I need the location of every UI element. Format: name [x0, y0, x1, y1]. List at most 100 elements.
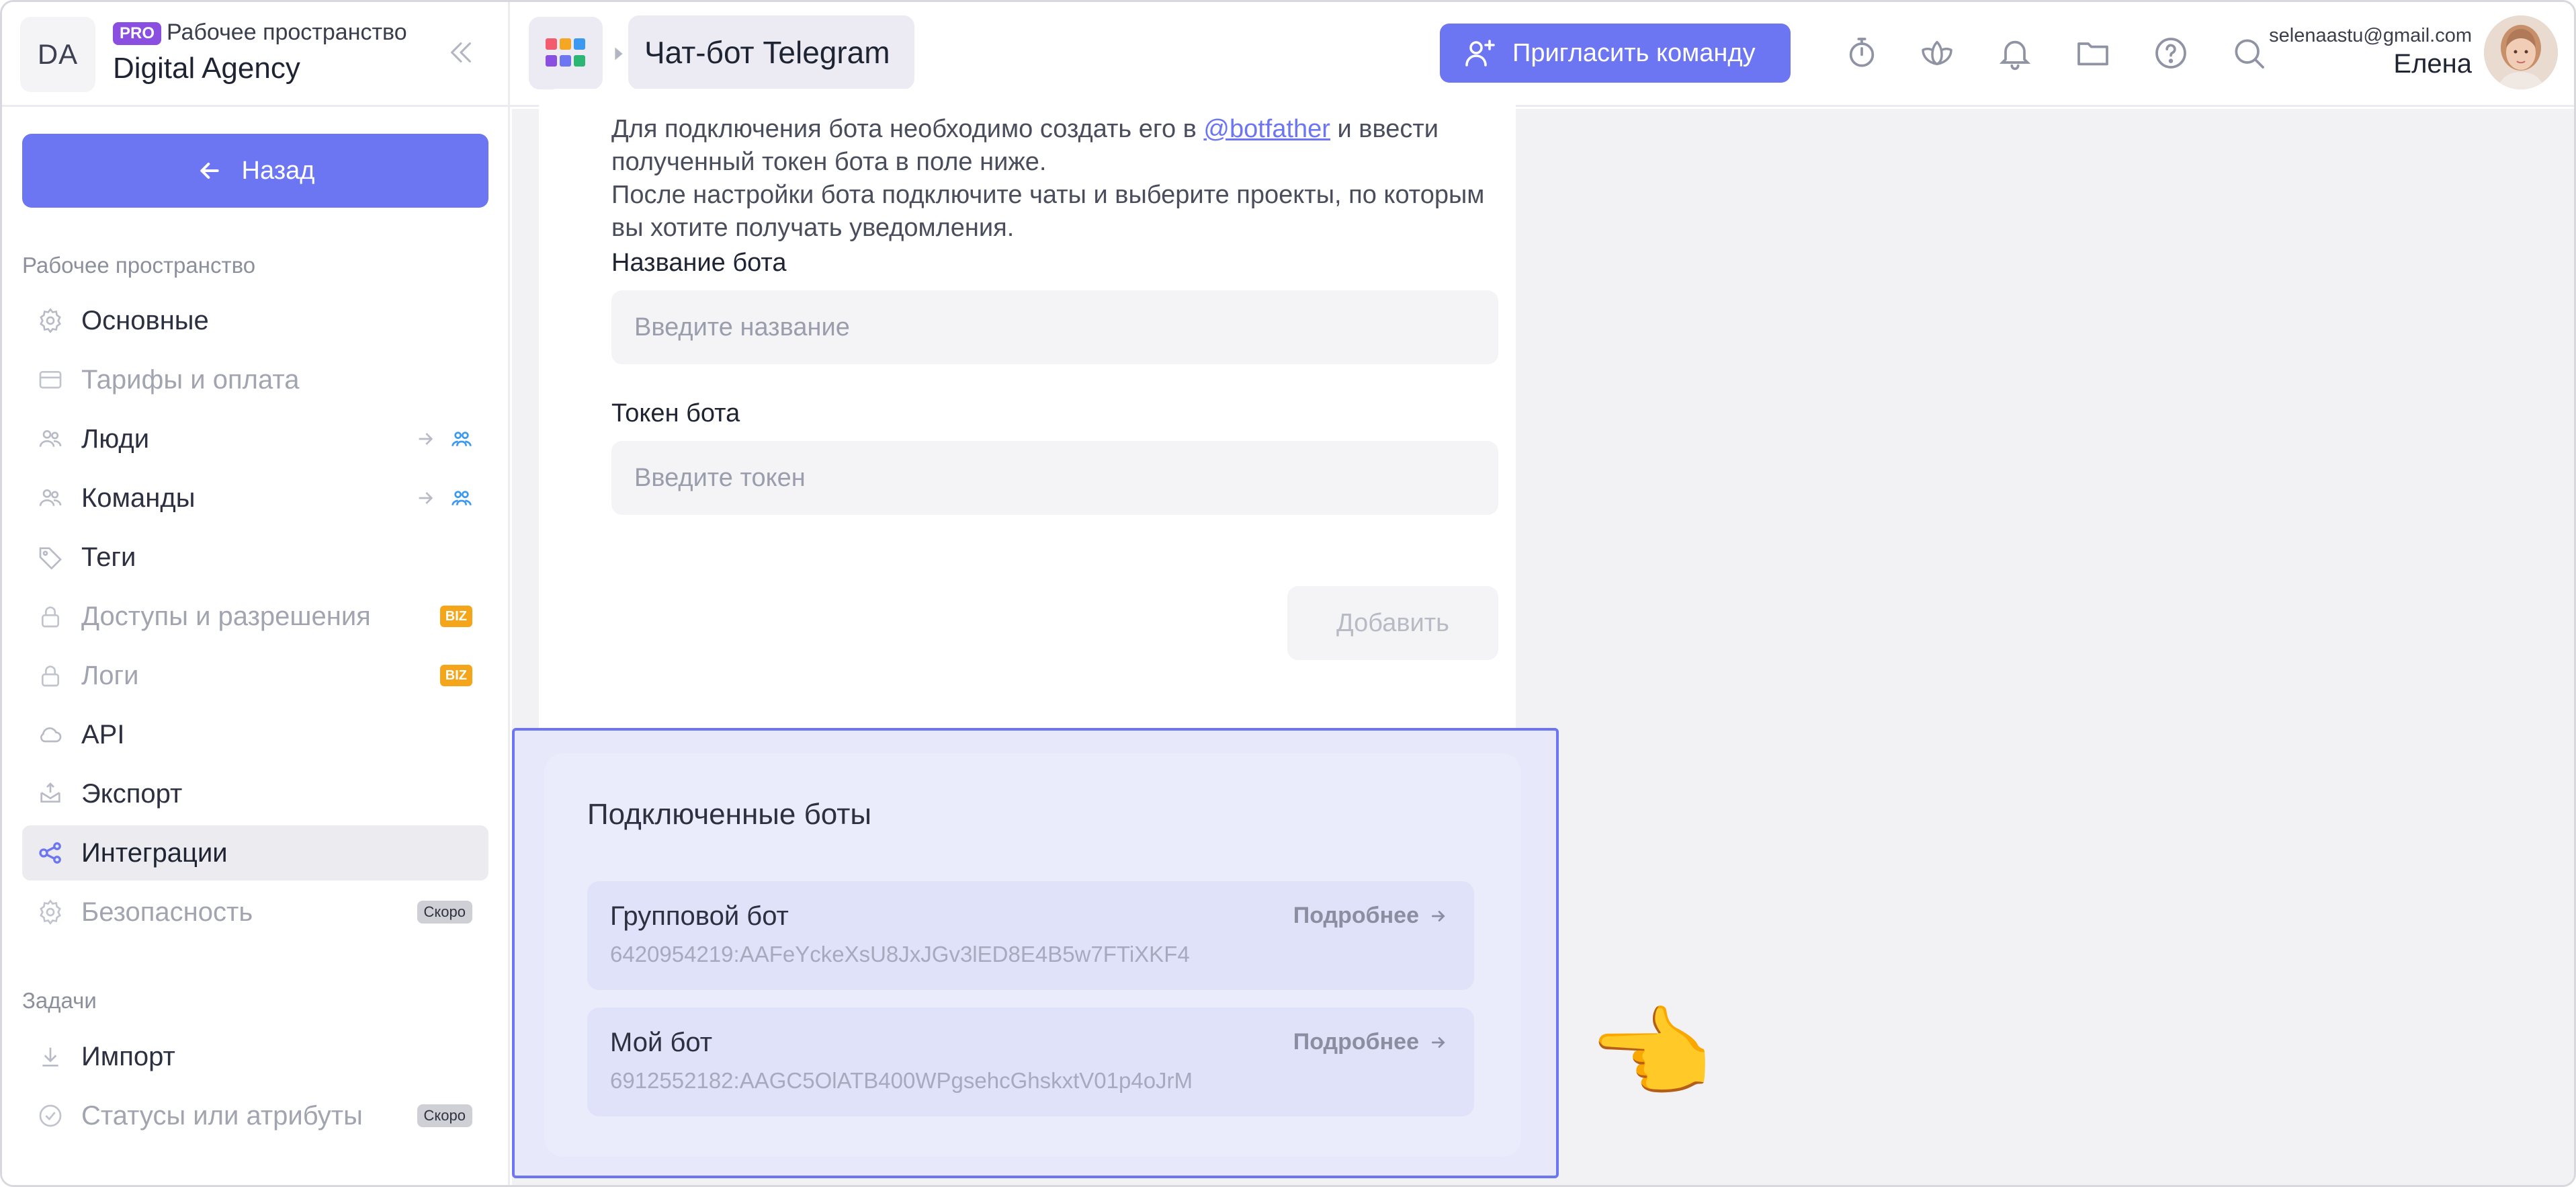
- section-tasks-label: Задачи: [22, 988, 97, 1013]
- soon-badge: Скоро: [417, 1104, 472, 1127]
- workspace-subtitle: Рабочее пространство: [167, 19, 407, 45]
- gear-icon: [37, 307, 64, 334]
- folder-icon[interactable]: [2073, 33, 2113, 73]
- team-blue-icon: [451, 487, 472, 509]
- lock-icon: [37, 603, 64, 630]
- list-item[interactable]: Групповой бот 6420954219:AAFeYckeXsU8JxJ…: [587, 881, 1474, 990]
- bot-name: Групповой бот: [610, 901, 789, 931]
- bot-name-label: Название бота: [611, 249, 787, 277]
- sidebar-item-billing[interactable]: Тарифы и оплата: [22, 352, 488, 407]
- sidebar: DA PRO Рабочее пространство Digital Agen…: [2, 2, 510, 1185]
- integrations-icon: [37, 840, 64, 866]
- sidebar-item-people[interactable]: Люди: [22, 411, 488, 466]
- connected-bots-card: Подключенные боты Групповой бот 64209542…: [544, 753, 1521, 1157]
- sidebar-item-import[interactable]: Импорт: [22, 1029, 488, 1084]
- bot-token: 6912552182:AAGC5OlATB400WPgsehcGhskxtV01…: [610, 1068, 1193, 1093]
- app-window: DA PRO Рабочее пространство Digital Agen…: [0, 0, 2576, 1187]
- sidebar-item-label: Интеграции: [81, 837, 228, 868]
- apps-menu-button[interactable]: [529, 17, 603, 89]
- sidebar-item-statuses[interactable]: Статусы или атрибуты Скоро: [22, 1088, 488, 1143]
- biz-badge: BIZ: [439, 665, 472, 686]
- list-item[interactable]: Мой бот 6912552182:AAGC5OlATB400WPgsehcG…: [587, 1008, 1474, 1116]
- sidebar-item-label: API: [81, 719, 125, 749]
- team-icon: [37, 485, 64, 511]
- card-icon: [37, 366, 64, 393]
- bot-name: Мой бот: [610, 1028, 713, 1057]
- sidebar-item-label: Безопасность: [81, 897, 253, 927]
- invite-team-label: Пригласить команду: [1512, 38, 1756, 67]
- timer-icon[interactable]: [1842, 33, 1882, 73]
- sidebar-item-logs[interactable]: Логи BIZ: [22, 648, 488, 703]
- connected-bots-highlight: Подключенные боты Групповой бот 64209542…: [512, 728, 1559, 1178]
- bot-details-link[interactable]: Подробнее: [1293, 903, 1447, 929]
- description-text: Для подключения бота необходимо создать …: [611, 115, 1204, 143]
- lock-icon: [37, 662, 64, 689]
- description-text-2: После настройки бота подключите чаты и в…: [611, 181, 1485, 242]
- arrow-right-icon: [415, 487, 436, 509]
- export-icon: [37, 780, 64, 807]
- arrow-left-icon: [200, 163, 219, 179]
- sidebar-item-label: Теги: [81, 542, 136, 572]
- back-button-label: Назад: [241, 156, 315, 185]
- workspace-avatar[interactable]: DA: [20, 17, 95, 92]
- sidebar-item-label: Команды: [81, 483, 196, 513]
- bot-token-label: Токен бота: [611, 399, 740, 427]
- connected-bots-title: Подключенные боты: [587, 798, 872, 831]
- setup-description: Для подключения бота необходимо создать …: [611, 113, 1485, 245]
- botfather-link[interactable]: @botfather: [1203, 115, 1330, 143]
- back-button[interactable]: Назад: [22, 134, 488, 208]
- status-icon: [37, 1102, 64, 1129]
- help-icon[interactable]: [2151, 33, 2191, 73]
- bot-details-link[interactable]: Подробнее: [1293, 1029, 1447, 1055]
- bell-icon[interactable]: [1995, 33, 2035, 73]
- sidebar-item-label: Доступы и разрешения: [81, 601, 371, 631]
- lotus-icon[interactable]: [1917, 33, 1957, 73]
- biz-badge: BIZ: [439, 606, 472, 627]
- sidebar-item-access[interactable]: Доступы и разрешения BIZ: [22, 589, 488, 644]
- tag-icon: [37, 544, 64, 571]
- apps-grid-icon: [546, 38, 585, 67]
- details-label: Подробнее: [1293, 903, 1419, 928]
- add-user-icon: [1465, 40, 1495, 67]
- invite-team-button[interactable]: Пригласить команду: [1440, 24, 1791, 83]
- sidebar-item-security[interactable]: Безопасность Скоро: [22, 885, 488, 940]
- bot-setup-card: Для подключения бота необходимо создать …: [539, 89, 1516, 828]
- sidebar-item-export[interactable]: Экспорт: [22, 766, 488, 821]
- search-icon[interactable]: [2229, 33, 2269, 73]
- user-email: selenaastu@gmail.com: [2269, 25, 2472, 46]
- people-icon: [37, 425, 64, 452]
- bot-token-input[interactable]: Введите токен: [611, 441, 1498, 515]
- sidebar-item-label: Логи: [81, 660, 139, 690]
- page-title: Чат-бот Telegram: [628, 15, 914, 89]
- pro-badge: PRO: [113, 22, 162, 45]
- sidebar-item-general[interactable]: Основные: [22, 293, 488, 348]
- collapse-sidebar-icon[interactable]: [445, 37, 476, 68]
- sidebar-item-label: Экспорт: [81, 778, 183, 809]
- cloud-icon: [37, 721, 64, 748]
- workspace-header: DA PRO Рабочее пространство Digital Agen…: [2, 2, 510, 107]
- sidebar-item-label: Импорт: [81, 1041, 175, 1071]
- sidebar-item-label: Люди: [81, 423, 150, 454]
- avatar[interactable]: [2484, 15, 2558, 89]
- user-name[interactable]: Елена: [2393, 49, 2472, 79]
- gear-icon: [37, 899, 64, 926]
- sidebar-item-integrations[interactable]: Интеграции: [22, 825, 488, 881]
- bot-name-input[interactable]: Введите название: [611, 290, 1498, 364]
- workspace-name[interactable]: Digital Agency: [113, 52, 300, 85]
- pointing-hand-icon: 👈: [1588, 997, 1713, 1110]
- sidebar-item-api[interactable]: API: [22, 707, 488, 762]
- arrow-right-icon: [1431, 910, 1445, 922]
- main-content: Для подключения бота необходимо создать …: [512, 89, 2574, 1185]
- sidebar-item-label: Статусы или атрибуты: [81, 1100, 363, 1131]
- section-workspace-label: Рабочее пространство: [22, 253, 256, 278]
- sidebar-item-teams[interactable]: Команды: [22, 470, 488, 526]
- team-blue-icon: [451, 428, 472, 450]
- arrow-right-icon: [415, 428, 436, 450]
- bot-token: 6420954219:AAFeYckeXsU8JxJGv3lED8E4B5w7F…: [610, 942, 1190, 967]
- sidebar-item-label: Тарифы и оплата: [81, 364, 300, 395]
- soon-badge: Скоро: [417, 901, 472, 924]
- import-icon: [37, 1043, 64, 1070]
- arrow-right-icon: [1431, 1036, 1445, 1048]
- sidebar-item-tags[interactable]: Теги: [22, 530, 488, 585]
- add-bot-button[interactable]: Добавить: [1287, 586, 1498, 660]
